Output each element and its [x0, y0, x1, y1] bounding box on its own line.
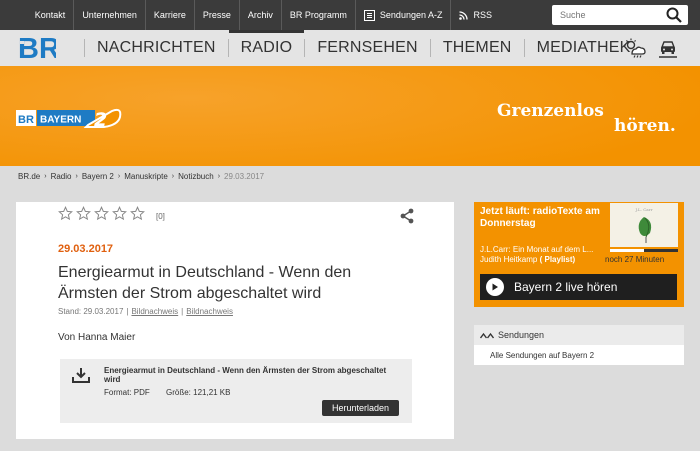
breadcrumb-manuskripte[interactable]: Manuskripte [124, 172, 168, 181]
star-icon[interactable] [94, 206, 109, 221]
progress-bar [610, 249, 678, 252]
topnav-karriere[interactable]: Karriere [144, 0, 194, 30]
article-meta: Stand: 29.03.2017 | Bildnachweis | Bildnac… [58, 307, 233, 316]
meta-separator: | [126, 307, 129, 316]
nav-themen[interactable]: THEMEN [429, 39, 524, 57]
article-author: Von Hanna Maier [58, 332, 136, 343]
list-icon [363, 9, 375, 21]
topnav-kontakt[interactable]: Kontakt [27, 0, 74, 30]
star-icon[interactable] [130, 206, 145, 221]
now-playing-program: J.L.Carr: Ein Monat auf dem L... [480, 245, 594, 254]
br-logo[interactable]: BR [18, 32, 56, 62]
breadcrumb-separator: › [117, 173, 121, 180]
rating-stars [58, 206, 145, 221]
weather-icon[interactable] [624, 38, 646, 58]
main-header: BR NACHRICHTEN RADIO FERNSEHEN THEMEN ME… [0, 30, 700, 66]
article-stand: Stand: 29.03.2017 [58, 307, 124, 316]
sendungen-box: Sendungen Alle Sendungen auf Bayern 2 [474, 323, 684, 365]
top-utility-bar: Kontakt Unternehmen Karriere Presse Arch… [0, 0, 700, 30]
bildnachweis-link-2[interactable]: Bildnachweis [186, 307, 233, 316]
search-box [552, 5, 688, 25]
breadcrumb-br[interactable]: BR.de [18, 172, 40, 181]
svg-text:BR: BR [18, 33, 56, 62]
topnav-archiv[interactable]: Archiv [238, 0, 281, 30]
bildnachweis-link[interactable]: Bildnachweis [131, 307, 178, 316]
download-title: Energiearmut in Deutschland - Wenn den Ä… [104, 366, 387, 384]
bayern2-logo[interactable]: BR BAYERN 2 [16, 107, 124, 129]
breadcrumb-separator: › [75, 173, 78, 180]
svg-text:2: 2 [94, 109, 107, 129]
share-icon[interactable] [400, 208, 414, 224]
banner-slogan-line2: hören. [614, 116, 676, 136]
search-input[interactable] [552, 10, 662, 20]
topnav-presse[interactable]: Presse [193, 0, 239, 30]
topnav-br-programm[interactable]: BR Programm [280, 0, 355, 30]
nav-nachrichten[interactable]: NACHRICHTEN [84, 39, 228, 57]
topnav-rss[interactable]: RSS [450, 0, 500, 30]
play-icon [486, 278, 504, 296]
topnav-sendungen-az[interactable]: Sendungen A-Z [354, 0, 451, 30]
live-listen-button[interactable]: Bayern 2 live hören [480, 274, 677, 300]
download-icon[interactable] [72, 367, 90, 383]
breadcrumb-radio[interactable]: Radio [51, 172, 72, 181]
progress-fill [644, 249, 678, 252]
meta-separator: | [181, 307, 184, 316]
live-listen-label: Bayern 2 live hören [514, 280, 618, 294]
nav-fernsehen[interactable]: FERNSEHEN [304, 39, 429, 57]
sendungen-title: Sendungen [498, 330, 545, 340]
breadcrumb-separator: › [217, 173, 221, 180]
header-icons [624, 38, 678, 58]
nav-radio[interactable]: RADIO [227, 30, 305, 57]
download-format: Format: PDF [104, 388, 150, 397]
top-nav: Kontakt Unternehmen Karriere Presse Arch… [27, 0, 500, 30]
breadcrumb: BR.de › Radio › Bayern 2 › Manuskripte › Not… [18, 172, 264, 181]
search-icon[interactable] [666, 7, 682, 23]
breadcrumb-notizbuch[interactable]: Notizbuch [178, 172, 214, 181]
svg-text:J.L. Carr: J.L. Carr [634, 207, 652, 212]
topnav-sendungen-az-label: Sendungen A-Z [379, 10, 443, 20]
download-size: Größe: 121,21 KB [166, 388, 231, 397]
chevron-up-icon [480, 332, 494, 338]
playlist-link[interactable]: ( Playlist) [540, 255, 576, 264]
now-playing-host: Judith Heitkamp ( Playlist) [480, 255, 575, 264]
topnav-unternehmen[interactable]: Unternehmen [73, 0, 145, 30]
article-date: 29.03.2017 [58, 243, 114, 255]
breadcrumb-bayern2[interactable]: Bayern 2 [82, 172, 114, 181]
now-playing-widget: Jetzt läuft: radioTexte am Donnerstag J.… [474, 202, 684, 307]
svg-text:BR: BR [18, 114, 34, 126]
article-title: Energiearmut in Deutschland - Wenn den Ä… [58, 264, 352, 302]
now-playing-host-name: Judith Heitkamp [480, 255, 538, 264]
traffic-icon[interactable] [658, 38, 678, 58]
download-button[interactable]: Herunterladen [322, 400, 399, 416]
main-nav: NACHRICHTEN RADIO FERNSEHEN THEMEN MEDIA… [84, 30, 643, 66]
breadcrumb-current: 29.03.2017 [224, 172, 265, 181]
rating-count: [0] [156, 212, 165, 221]
star-icon[interactable] [76, 206, 91, 221]
star-icon[interactable] [58, 206, 73, 221]
topnav-rss-label: RSS [473, 10, 492, 20]
rss-icon [459, 10, 469, 20]
breadcrumb-separator: › [171, 173, 175, 180]
article-card: [0] 29.03.2017 Energiearmut in Deutschla… [16, 202, 454, 439]
remaining-time: noch 27 Minuten [605, 255, 665, 264]
book-cover-image: J.L. Carr [610, 203, 678, 247]
all-sendungen-link[interactable]: Alle Sendungen auf Bayern 2 [490, 351, 594, 360]
star-icon[interactable] [112, 206, 127, 221]
sendungen-header[interactable]: Sendungen [474, 325, 684, 345]
now-playing-title: Jetzt läuft: radioTexte am Donnerstag [480, 206, 600, 229]
svg-text:BAYERN: BAYERN [40, 115, 81, 126]
download-box: Energiearmut in Deutschland - Wenn den Ä… [60, 359, 412, 423]
banner-slogan-line1: Grenzenlos [497, 101, 604, 121]
breadcrumb-separator: › [44, 173, 47, 180]
